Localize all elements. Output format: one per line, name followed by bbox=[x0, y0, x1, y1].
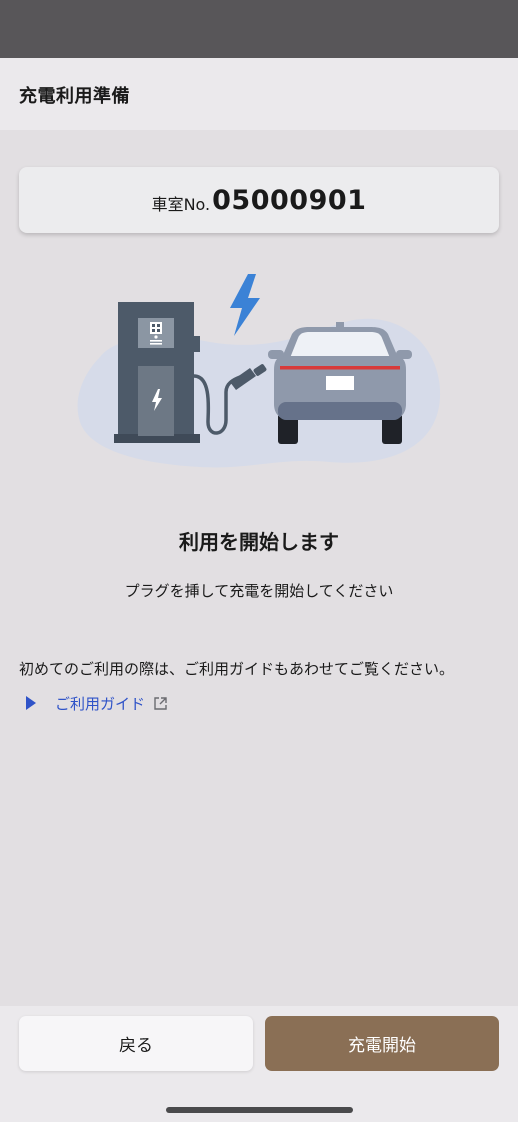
car-mirror-right bbox=[396, 350, 412, 359]
header: 充電利用準備 bbox=[0, 58, 518, 130]
charger-qr bbox=[150, 322, 162, 334]
charger-side-tab bbox=[194, 336, 200, 352]
car-number: 05000901 bbox=[212, 184, 367, 216]
charging-illustration bbox=[77, 274, 441, 468]
play-triangle-icon bbox=[26, 696, 36, 710]
car-bumper bbox=[278, 402, 402, 420]
car-number-prefix: 車室No. bbox=[151, 195, 211, 214]
instruction-text: プラグを挿して充電を開始してください bbox=[124, 582, 394, 600]
page-title: 充電利用準備 bbox=[19, 86, 130, 107]
home-indicator bbox=[166, 1107, 353, 1113]
guide-notice: 初めてのご利用の際は、ご利用ガイドもあわせてご覧ください。 bbox=[19, 660, 455, 678]
status-bar bbox=[0, 0, 518, 58]
car-number-card: 車室No. 05000901 bbox=[19, 167, 499, 233]
start-heading: 利用を開始します bbox=[179, 530, 339, 554]
external-link-icon bbox=[154, 696, 167, 710]
lightning-icon bbox=[230, 274, 260, 336]
usage-guide-label[interactable]: ご利用ガイド bbox=[55, 693, 145, 714]
car-rear-window bbox=[290, 332, 390, 358]
usage-guide-link[interactable]: ご利用ガイド bbox=[26, 692, 168, 714]
start-charging-button[interactable]: 充電開始 bbox=[265, 1016, 499, 1071]
charger-station bbox=[114, 302, 200, 443]
car-taillight bbox=[280, 366, 400, 370]
car-license-plate bbox=[326, 376, 354, 390]
back-button[interactable]: 戻る bbox=[19, 1016, 253, 1071]
car-mirror-left bbox=[268, 350, 284, 359]
